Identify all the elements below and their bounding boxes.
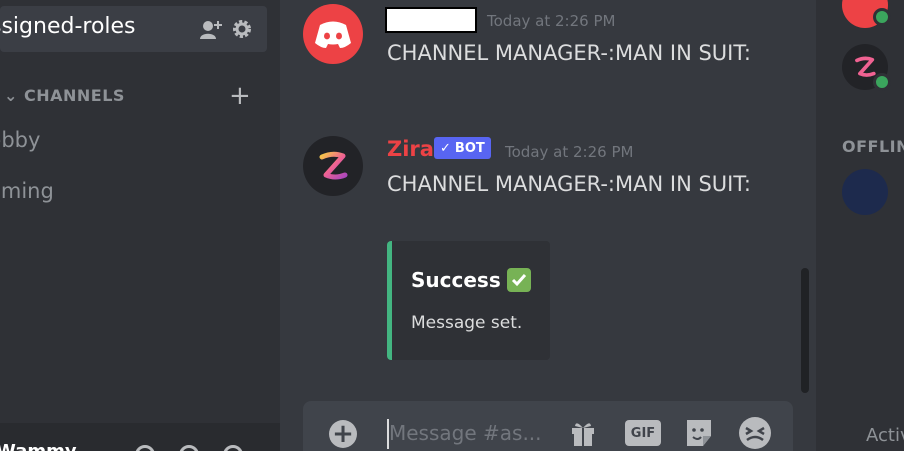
channel-item[interactable]: aming	[0, 179, 54, 203]
chat-scrollbar[interactable]	[801, 268, 809, 393]
category-label: CHANNELS	[23, 86, 125, 105]
gif-button[interactable]: GIF	[625, 420, 661, 446]
activity-label: Activ	[866, 425, 904, 446]
chat-area: Today at 2:26 PM CHANNEL MANAGER-:MAN IN…	[280, 0, 816, 451]
zira-logo-icon	[319, 151, 348, 180]
chevron-down-icon: ⌄	[4, 86, 18, 105]
channel-name: ssigned-roles	[0, 14, 136, 39]
embed-title-text: Success	[411, 268, 501, 292]
gear-icon[interactable]	[231, 18, 253, 40]
sticker-icon[interactable]	[683, 417, 715, 449]
member-list: OFFLIN Activ	[816, 0, 904, 451]
check-mark-icon	[506, 268, 531, 292]
invite-member-icon[interactable]	[199, 18, 223, 40]
mute-icon[interactable]	[135, 445, 155, 451]
bot-badge-label: BOT	[454, 140, 485, 156]
settings-icon[interactable]	[223, 445, 243, 451]
zira-logo-icon	[855, 56, 876, 77]
verified-check-icon: ✓	[440, 140, 451, 156]
channel-sidebar: ssigned-roles ⌄ CHANNELS + bbby aming Wa…	[0, 0, 280, 451]
message-input[interactable]	[389, 421, 559, 445]
embed-title: Success	[411, 268, 531, 292]
user-controls	[135, 445, 243, 451]
add-attachment-icon[interactable]: +	[329, 420, 357, 448]
channel-label: bbby	[0, 128, 41, 152]
channel-item[interactable]: bbby	[0, 128, 40, 152]
gift-icon[interactable]	[567, 417, 599, 449]
bot-badge: ✓ BOT	[434, 137, 491, 159]
message-author[interactable]: Zira	[387, 137, 434, 161]
channel-label: aming	[0, 179, 54, 203]
category-header[interactable]: ⌄ CHANNELS	[4, 86, 125, 105]
user-name: Wammy	[0, 441, 77, 451]
offline-section-header: OFFLIN	[842, 137, 904, 156]
message-composer: + GIF	[303, 401, 793, 451]
member-avatar[interactable]	[842, 169, 888, 215]
emoji-icon[interactable]	[737, 417, 773, 449]
message-content: CHANNEL MANAGER-:MAN IN SUIT:	[387, 172, 751, 196]
channel-actions	[199, 18, 253, 40]
embed-description: Message set.	[411, 313, 523, 333]
message-content: CHANNEL MANAGER-:MAN IN SUIT:	[387, 41, 751, 65]
message-timestamp: Today at 2:26 PM	[505, 143, 634, 161]
message-timestamp: Today at 2:26 PM	[487, 12, 616, 30]
online-status-icon	[873, 73, 891, 91]
discord-icon	[315, 21, 351, 48]
deafen-icon[interactable]	[179, 445, 199, 451]
online-status-icon	[873, 8, 891, 26]
create-channel-icon[interactable]: +	[229, 83, 251, 109]
bot-avatar[interactable]	[303, 136, 363, 196]
user-panel: Wammy	[0, 423, 280, 451]
channel-item-selected[interactable]: ssigned-roles	[0, 6, 267, 52]
user-avatar[interactable]	[303, 4, 363, 64]
redacted-author-name	[385, 7, 477, 33]
message-embed: Success Message set.	[387, 241, 550, 360]
